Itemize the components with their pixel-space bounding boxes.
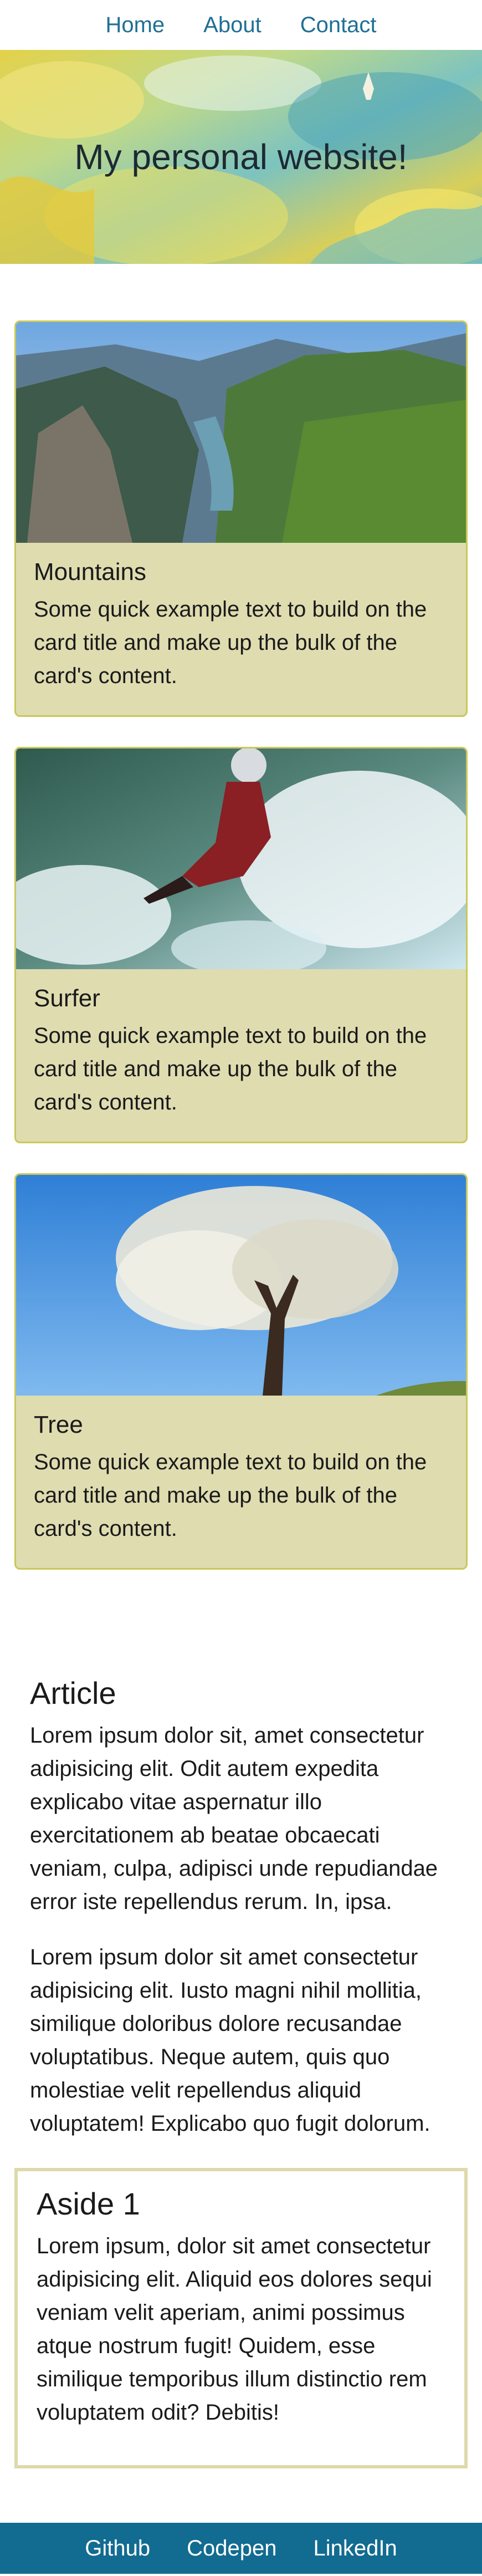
article-heading: Article bbox=[30, 1676, 116, 1710]
card-surfer: Surfer Some quick example text to build … bbox=[14, 747, 468, 1143]
card-tree: Tree Some quick example text to build on… bbox=[14, 1173, 468, 1570]
card-list: Mountains Some quick example text to bui… bbox=[0, 264, 482, 1570]
article-section: Article Lorem ipsum dolor sit, amet cons… bbox=[0, 1600, 482, 2140]
mountains-image bbox=[16, 322, 466, 543]
footer: Github Codepen LinkedIn bbox=[0, 2523, 482, 2574]
card-text: Some quick example text to build on the … bbox=[34, 597, 427, 688]
nav-link-about[interactable]: About bbox=[203, 13, 261, 38]
footer-link-linkedin[interactable]: LinkedIn bbox=[314, 2536, 397, 2561]
tree-image bbox=[16, 1175, 466, 1396]
article-paragraph-2: Lorem ipsum dolor sit amet consectetur a… bbox=[30, 1945, 430, 2136]
hero-banner: My personal website! bbox=[0, 50, 482, 264]
card-text: Some quick example text to build on the … bbox=[34, 1024, 427, 1114]
site-title: My personal website! bbox=[74, 137, 408, 177]
card-title: Tree bbox=[34, 1411, 83, 1438]
card-mountains: Mountains Some quick example text to bui… bbox=[14, 320, 468, 717]
aside-text: Lorem ipsum, dolor sit amet consectetur … bbox=[37, 2234, 432, 2425]
footer-link-codepen[interactable]: Codepen bbox=[187, 2536, 276, 2561]
nav-link-contact[interactable]: Contact bbox=[300, 13, 377, 38]
card-title: Surfer bbox=[34, 985, 100, 1012]
card-text: Some quick example text to build on the … bbox=[34, 1450, 427, 1541]
aside-heading: Aside 1 bbox=[37, 2186, 140, 2221]
footer-link-github[interactable]: Github bbox=[85, 2536, 150, 2561]
surfer-image bbox=[16, 749, 466, 969]
top-nav: Home About Contact bbox=[0, 0, 482, 50]
nav-link-home[interactable]: Home bbox=[105, 13, 165, 38]
article-paragraph-1: Lorem ipsum dolor sit, amet consectetur … bbox=[30, 1723, 438, 1914]
card-title: Mountains bbox=[34, 558, 147, 586]
aside-box: Aside 1 Lorem ipsum, dolor sit amet cons… bbox=[14, 2168, 468, 2468]
